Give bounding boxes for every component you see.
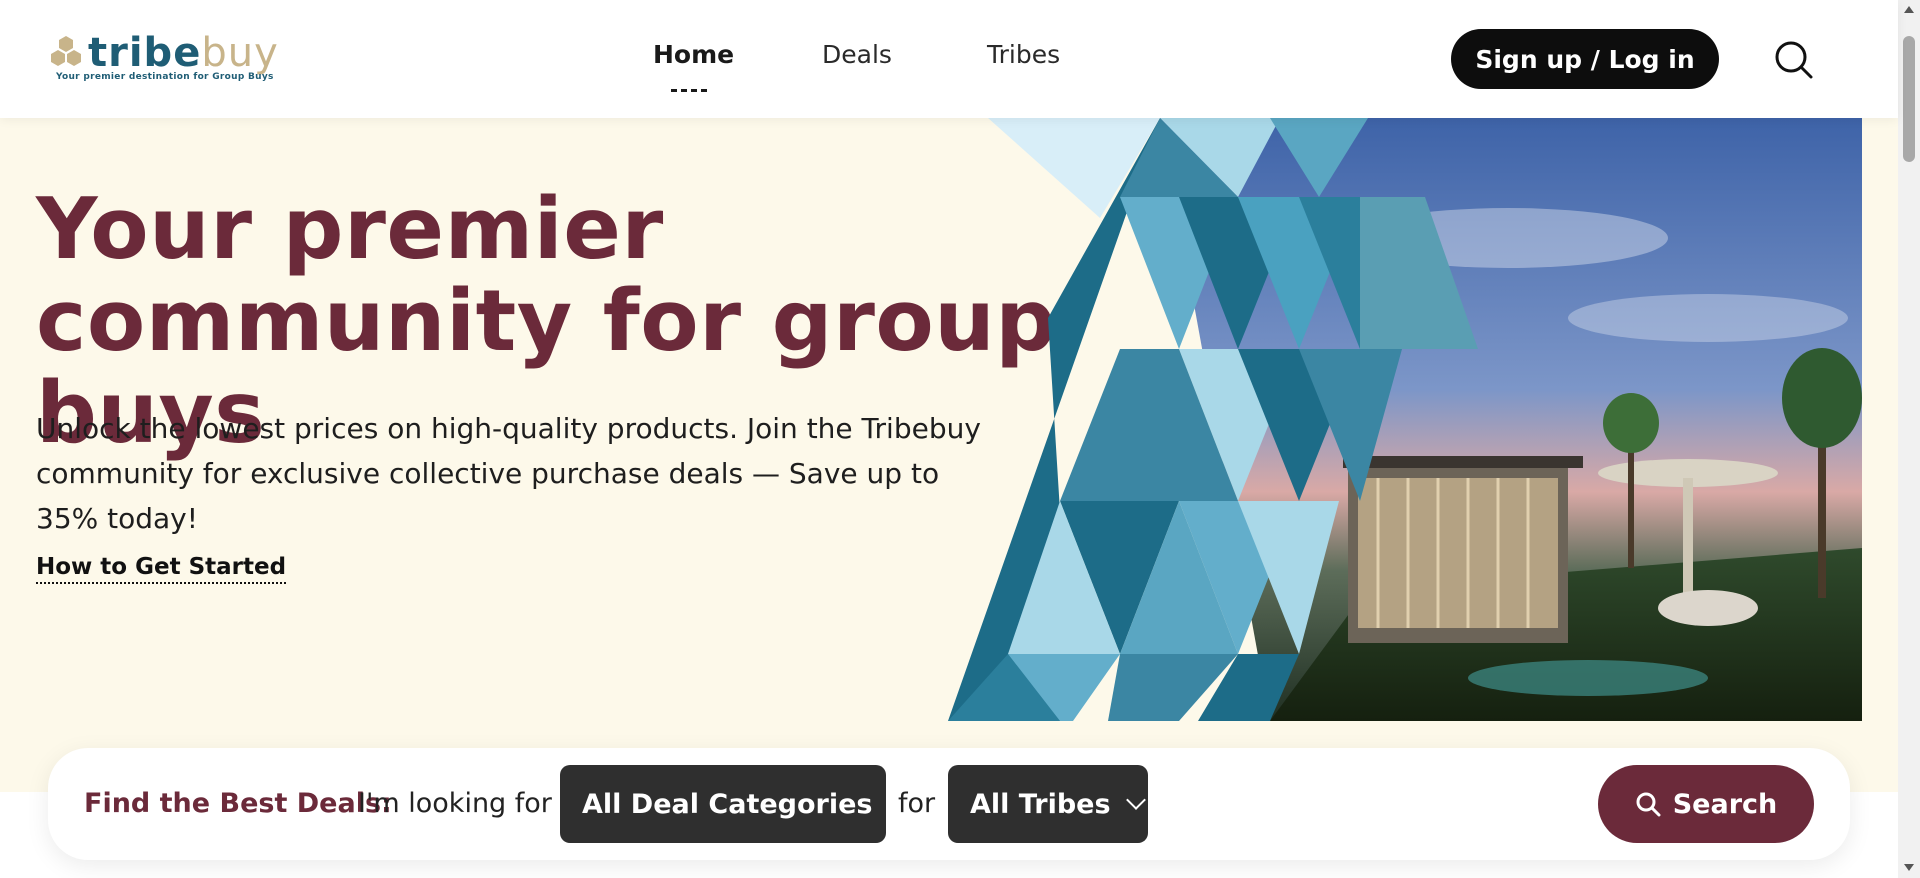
nav-deals[interactable]: Deals xyxy=(822,40,892,69)
scrollbar-thumb[interactable] xyxy=(1903,36,1915,162)
tribe-dropdown[interactable]: All Tribes xyxy=(948,765,1148,843)
hero-subtitle: Unlock the lowest prices on high-quality… xyxy=(36,412,981,535)
chevron-down-icon xyxy=(885,794,898,806)
nav-home[interactable]: Home xyxy=(653,40,734,69)
looking-for-text: I'm looking for xyxy=(358,788,552,819)
category-dropdown-value: All Deal Categories xyxy=(582,788,873,820)
hexagon-logo-icon xyxy=(51,36,81,66)
deal-search-bar: Find the Best Deals: I'm looking for All… xyxy=(48,748,1850,860)
hero-image xyxy=(948,118,1862,721)
for-text: for xyxy=(898,788,936,819)
category-dropdown[interactable]: All Deal Categories xyxy=(560,765,898,843)
page-scrollbar[interactable] xyxy=(1898,0,1920,878)
scroll-up-arrow-icon[interactable] xyxy=(1904,6,1914,13)
logo-tagline: Your premier destination for Group Buys xyxy=(56,72,274,82)
logo-wordmark: tribebuy xyxy=(88,30,279,76)
site-header: tribebuy Your premier destination for Gr… xyxy=(0,0,1898,118)
search-bar-label: Find the Best Deals: xyxy=(84,788,392,819)
tribebuy-logo[interactable]: tribebuy Your premier destination for Gr… xyxy=(46,30,286,88)
scroll-down-arrow-icon[interactable] xyxy=(1904,864,1914,871)
how-to-get-started-link[interactable]: How to Get Started xyxy=(36,554,287,584)
nav-tribes[interactable]: Tribes xyxy=(987,40,1060,69)
search-button-label: Search xyxy=(1672,788,1778,820)
active-nav-indicator xyxy=(671,89,707,92)
search-icon[interactable] xyxy=(1774,40,1814,80)
signup-login-button[interactable]: Sign up / Log in xyxy=(1451,29,1719,89)
hero-section: Your premier community for group buys Un… xyxy=(0,118,1898,792)
tribe-dropdown-value: All Tribes xyxy=(970,788,1111,820)
search-button[interactable]: Search xyxy=(1598,765,1814,843)
chevron-down-icon xyxy=(1125,790,1146,810)
search-icon xyxy=(1636,792,1661,817)
